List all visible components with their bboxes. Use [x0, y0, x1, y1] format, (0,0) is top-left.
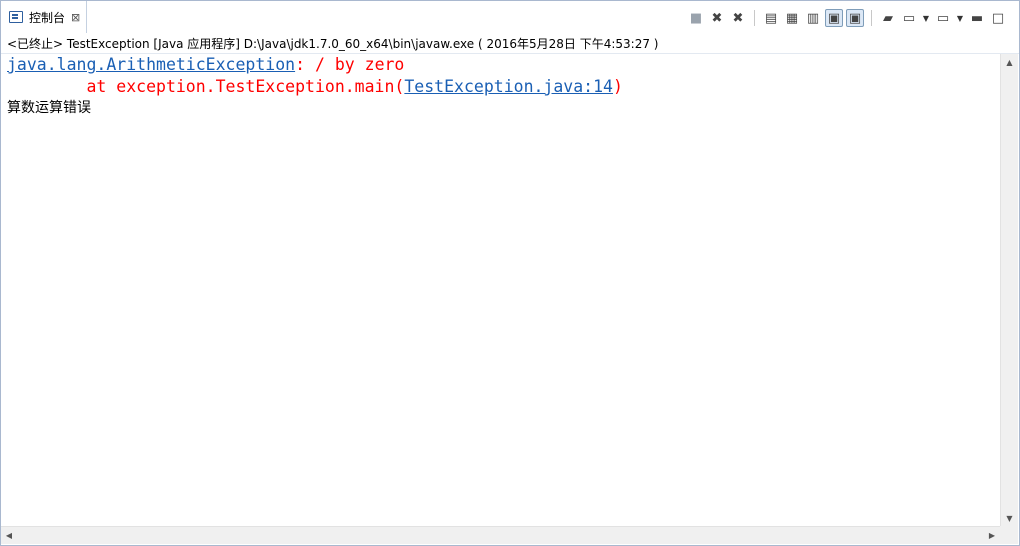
- chevron-down-icon[interactable]: ▼: [955, 14, 965, 23]
- console-icon: [9, 11, 23, 23]
- scroll-up-icon[interactable]: ▲: [1001, 54, 1018, 70]
- terminate-icon[interactable]: ■: [687, 9, 705, 27]
- clear-console-icon[interactable]: ▤: [762, 9, 780, 27]
- stacktrace-suffix: ): [612, 77, 623, 96]
- console-line-stdout: 算数运算错误: [7, 100, 91, 116]
- vertical-scrollbar[interactable]: ▲ ▼: [1000, 54, 1018, 526]
- scroll-right-icon[interactable]: ▶: [984, 527, 1000, 544]
- horizontal-scrollbar[interactable]: ◀ ▶: [1, 526, 1000, 544]
- show-console-on-stderr-icon[interactable]: ▣: [846, 9, 864, 27]
- exception-message: : / by zero: [295, 55, 405, 74]
- source-location-link[interactable]: TestException.java:14: [404, 77, 613, 96]
- console-output[interactable]: java.lang.ArithmeticException: / by zero…: [1, 54, 1000, 526]
- scroll-left-icon[interactable]: ◀: [1, 527, 17, 544]
- view-tab-bar: 控制台 ⊠ ■ ✖ ✖ ▤ ▦ ▥ ▣ ▣ ▰ ▭ ▼ ▭ ▼ ▬ □: [1, 1, 1019, 33]
- display-selected-console-icon[interactable]: ▭: [900, 9, 918, 27]
- maximize-icon[interactable]: □: [989, 9, 1007, 27]
- toolbar-separator: [754, 10, 755, 26]
- chevron-down-icon[interactable]: ▼: [921, 14, 931, 23]
- console-line-stacktrace: at exception.TestException.main(TestExce…: [7, 76, 623, 98]
- scroll-down-icon[interactable]: ▼: [1001, 510, 1018, 526]
- show-console-on-stdout-icon[interactable]: ▣: [825, 9, 843, 27]
- tab-console[interactable]: 控制台 ⊠: [1, 1, 87, 33]
- toolbar-separator: [871, 10, 872, 26]
- console-line-exception: java.lang.ArithmeticException: / by zero: [7, 54, 404, 76]
- open-console-icon[interactable]: ▭: [934, 9, 952, 27]
- scroll-lock-icon[interactable]: ▦: [783, 9, 801, 27]
- remove-launch-icon[interactable]: ✖: [708, 9, 726, 27]
- process-status-line: <已终止> TestException [Java 应用程序] D:\Java\…: [7, 37, 659, 51]
- remove-all-terminated-icon[interactable]: ✖: [729, 9, 747, 27]
- word-wrap-icon[interactable]: ▥: [804, 9, 822, 27]
- tab-label: 控制台: [29, 10, 66, 25]
- exception-class-link[interactable]: java.lang.ArithmeticException: [7, 55, 295, 74]
- pin-console-icon[interactable]: ▰: [879, 9, 897, 27]
- stacktrace-prefix: at exception.TestException.main(: [7, 77, 405, 96]
- console-view: 控制台 ⊠ ■ ✖ ✖ ▤ ▦ ▥ ▣ ▣ ▰ ▭ ▼ ▭ ▼ ▬ □ <已终止…: [0, 0, 1020, 546]
- close-icon[interactable]: ⊠: [71, 12, 80, 23]
- console-toolbar: ■ ✖ ✖ ▤ ▦ ▥ ▣ ▣ ▰ ▭ ▼ ▭ ▼ ▬ □: [687, 7, 1007, 29]
- scrollbar-corner: [1000, 526, 1018, 544]
- minimize-icon[interactable]: ▬: [968, 9, 986, 27]
